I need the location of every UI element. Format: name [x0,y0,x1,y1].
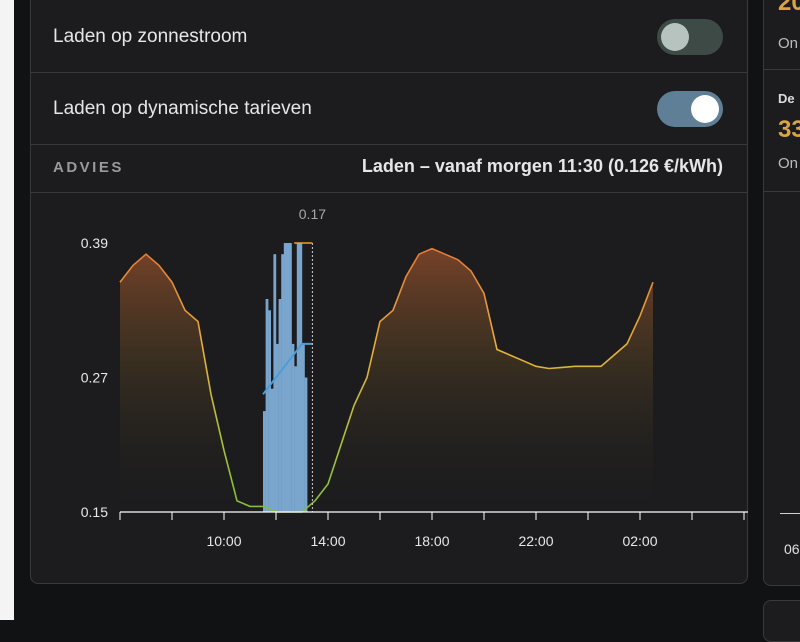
stat-divider [764,69,800,70]
y-axis-ticks: 0.39 0.27 0.15 [81,235,108,520]
mini-axis-label: 06 [784,541,800,557]
stat-section-label: De [778,91,795,106]
charge-bar [273,254,277,512]
price-area [120,248,653,512]
charge-bar [278,299,282,512]
charge-bar [283,243,287,512]
charge-bar [302,343,305,512]
charge-bar [304,377,308,512]
right-lower-panel [763,600,800,642]
charge-bar [299,243,303,512]
charge-bar [294,366,297,512]
cursor-value-label: 0.17 [299,206,326,222]
stat-label-mid: On [778,155,799,172]
right-stats-panel: 20 On De 33 On 06 [763,0,800,586]
charge-bar [291,343,295,512]
charge-bar [289,243,292,512]
charge-bar [263,411,266,512]
stat-divider [764,191,800,192]
charge-bar [270,388,274,512]
charge-bar [276,343,279,512]
y-tick-label: 0.15 [81,504,108,520]
x-tick-label: 18:00 [414,533,449,549]
x-tick-label: 02:00 [622,533,657,549]
x-axis-ticks: 10:00 14:00 18:00 22:00 02:00 [119,512,745,549]
y-tick-label: 0.39 [81,235,108,251]
x-tick-label: 22:00 [518,533,553,549]
x-tick-label: 14:00 [310,533,345,549]
charge-bar [296,243,300,512]
charge-bar [265,299,269,512]
price-chart: 0.39 0.27 0.15 0.17 10:00 14:00 18:00 22:00 02… [81,206,748,549]
stat-label-top: On [778,35,799,52]
charge-bars [263,243,308,513]
mini-axis-line [780,513,800,514]
charge-bar [268,310,271,513]
stat-value-top: 20 [778,0,800,16]
charge-bar [286,243,290,512]
stat-value-mid: 33 [778,116,800,143]
x-tick-label: 10:00 [206,533,241,549]
y-tick-label: 0.27 [81,370,108,386]
charge-bar [281,254,284,512]
